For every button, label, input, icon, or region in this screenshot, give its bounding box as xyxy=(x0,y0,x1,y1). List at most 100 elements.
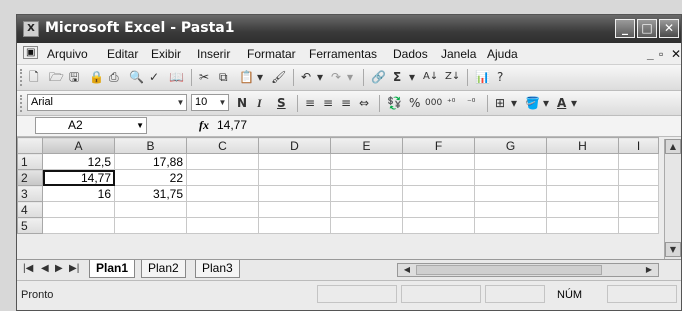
fill-color-icon[interactable]: 🪣 xyxy=(525,95,540,111)
cell[interactable] xyxy=(258,185,331,202)
cell-b3[interactable]: 31,75 xyxy=(114,185,187,202)
cell[interactable] xyxy=(546,153,619,170)
cell[interactable] xyxy=(474,217,547,234)
cell[interactable] xyxy=(546,169,619,186)
cut-icon[interactable]: ✂ xyxy=(199,69,209,85)
scroll-thumb[interactable] xyxy=(416,265,602,275)
cell[interactable] xyxy=(258,169,331,186)
italic-button[interactable]: I xyxy=(257,95,262,111)
row-header[interactable]: 4 xyxy=(17,201,43,218)
fill-color-dropdown-icon[interactable]: ▾ xyxy=(543,95,549,111)
menu-ferramentas[interactable]: Ferramentas xyxy=(309,47,377,61)
column-header-g[interactable]: G xyxy=(474,137,547,154)
paste-icon[interactable]: 📋 xyxy=(239,69,254,85)
maximize-button[interactable]: □ xyxy=(637,19,657,38)
next-sheet-icon[interactable]: ▶ xyxy=(55,263,63,274)
menu-ajuda[interactable]: Ajuda xyxy=(487,47,518,61)
cell[interactable] xyxy=(258,153,331,170)
research-icon[interactable]: 📖 xyxy=(169,69,184,85)
cell[interactable] xyxy=(330,169,403,186)
undo-icon[interactable]: ↶ xyxy=(301,69,311,85)
horizontal-scrollbar[interactable]: ◀ ▶ xyxy=(397,263,659,277)
doc-close-icon[interactable]: ✕ xyxy=(671,47,681,61)
row-header[interactable]: 5 xyxy=(17,217,43,234)
merge-center-icon[interactable]: ⇔ xyxy=(359,95,369,111)
cell[interactable] xyxy=(402,201,475,218)
align-right-icon[interactable]: ≡ xyxy=(341,95,351,111)
font-color-icon[interactable]: A xyxy=(557,95,566,111)
cell[interactable] xyxy=(402,153,475,170)
cell[interactable] xyxy=(186,201,259,218)
doc-restore-icon[interactable]: ▫ xyxy=(659,47,663,61)
scroll-up-icon[interactable]: ▲ xyxy=(665,139,681,154)
cell[interactable] xyxy=(258,201,331,218)
first-sheet-icon[interactable]: |◀ xyxy=(23,263,33,274)
column-header-h[interactable]: H xyxy=(546,137,619,154)
cell[interactable] xyxy=(114,201,187,218)
cell-b2[interactable]: 22 xyxy=(114,169,187,186)
menu-exibir[interactable]: Exibir xyxy=(151,47,181,61)
formula-input[interactable]: 14,77 xyxy=(217,118,247,132)
row-header[interactable]: 1 xyxy=(17,153,43,170)
copy-icon[interactable]: ⧉ xyxy=(219,69,228,85)
cell[interactable] xyxy=(546,217,619,234)
decrease-decimal-icon[interactable]: ⁻⁰ xyxy=(467,95,475,111)
menu-editar[interactable]: Editar xyxy=(107,47,138,61)
cell[interactable] xyxy=(402,217,475,234)
cell[interactable] xyxy=(618,185,659,202)
format-painter-icon[interactable]: 🖌 xyxy=(271,69,286,85)
cell-b1[interactable]: 17,88 xyxy=(114,153,187,170)
cell[interactable] xyxy=(474,169,547,186)
print-preview-icon[interactable]: 🔍 xyxy=(129,69,144,85)
prev-sheet-icon[interactable]: ◀ xyxy=(41,263,49,274)
paste-dropdown-icon[interactable]: ▾ xyxy=(257,69,263,85)
redo-icon[interactable]: ↷ xyxy=(331,69,341,85)
open-icon[interactable]: 🗁 xyxy=(49,69,64,85)
redo-dropdown-icon[interactable]: ▾ xyxy=(347,69,353,85)
cell-a1[interactable]: 12,5 xyxy=(42,153,115,170)
comma-style-button[interactable]: 000 xyxy=(425,95,442,111)
permission-icon[interactable]: 🔒 xyxy=(89,69,104,85)
sort-ascending-icon[interactable]: A↓ xyxy=(423,69,438,85)
autosum-dropdown-icon[interactable]: ▾ xyxy=(409,69,415,85)
cell[interactable] xyxy=(618,153,659,170)
column-header-a[interactable]: A xyxy=(42,137,115,154)
sort-descending-icon[interactable]: Z↓ xyxy=(445,69,460,85)
scroll-left-icon[interactable]: ◀ xyxy=(400,264,414,276)
minimize-button[interactable]: _ xyxy=(615,19,635,38)
row-header[interactable]: 2 xyxy=(17,169,43,186)
column-header-b[interactable]: B xyxy=(114,137,187,154)
cell[interactable] xyxy=(402,185,475,202)
menu-janela[interactable]: Janela xyxy=(441,47,476,61)
scroll-down-icon[interactable]: ▼ xyxy=(665,242,681,257)
chart-wizard-icon[interactable]: 📊 xyxy=(475,69,490,85)
save-icon[interactable]: 🖫 xyxy=(69,69,79,85)
font-name-select[interactable]: Arial ▼ xyxy=(27,94,187,111)
autosum-icon[interactable]: Σ xyxy=(393,69,401,85)
undo-dropdown-icon[interactable]: ▾ xyxy=(317,69,323,85)
column-header-i[interactable]: I xyxy=(618,137,659,154)
cell[interactable] xyxy=(186,169,259,186)
cell[interactable] xyxy=(186,185,259,202)
close-button[interactable]: ✕ xyxy=(659,19,679,38)
sheet-tab-plan3[interactable]: Plan3 xyxy=(195,260,240,278)
menu-arquivo[interactable]: Arquivo xyxy=(47,47,88,61)
borders-dropdown-icon[interactable]: ▾ xyxy=(511,95,517,111)
help-icon[interactable]: ? xyxy=(497,69,503,85)
align-center-icon[interactable]: ≡ xyxy=(323,95,333,111)
doc-minimize-icon[interactable]: _ xyxy=(647,47,654,61)
vertical-scrollbar[interactable]: ▲ ▼ xyxy=(664,139,681,259)
spelling-icon[interactable]: ✓ xyxy=(149,69,159,85)
cell-a2-selected[interactable]: 14,77 xyxy=(42,169,115,186)
currency-icon[interactable]: 💱 xyxy=(387,95,402,111)
select-all-corner[interactable] xyxy=(17,137,43,154)
cell[interactable] xyxy=(618,217,659,234)
cell[interactable] xyxy=(330,201,403,218)
increase-decimal-icon[interactable]: ⁺⁰ xyxy=(447,95,455,111)
cell[interactable] xyxy=(546,201,619,218)
name-box[interactable]: A2 ▼ xyxy=(35,117,147,134)
cell[interactable] xyxy=(546,185,619,202)
cell[interactable] xyxy=(474,185,547,202)
toolbar-grip[interactable] xyxy=(20,69,25,86)
hyperlink-icon[interactable]: 🔗 xyxy=(371,69,386,85)
